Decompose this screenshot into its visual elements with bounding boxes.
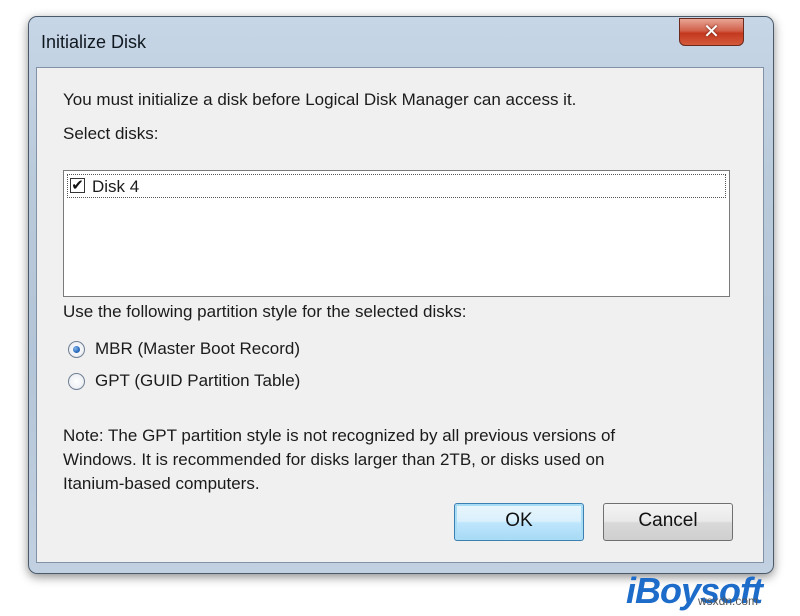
site-watermark: wsxdn.com: [698, 594, 759, 608]
init-message: You must initialize a disk before Logica…: [63, 90, 577, 109]
radio-selected-dot-icon: [73, 346, 80, 353]
dialog-title: Initialize Disk: [41, 32, 147, 52]
disk-list[interactable]: ✔ Disk 4: [63, 170, 730, 297]
mbr-option-label[interactable]: MBR (Master Boot Record): [95, 339, 300, 359]
title-bar[interactable]: Initialize Disk ✕: [29, 17, 773, 65]
checkmark-icon: ✔: [71, 177, 84, 194]
close-icon: ✕: [703, 21, 720, 43]
note-line-2: Windows. It is recommended for disks lar…: [63, 450, 605, 469]
dialog-body: You must initialize a disk before Logica…: [36, 67, 764, 563]
cancel-button[interactable]: Cancel: [603, 503, 733, 541]
ok-button[interactable]: OK: [454, 503, 584, 541]
select-disks-label: Select disks:: [63, 124, 159, 143]
gpt-option-label[interactable]: GPT (GUID Partition Table): [95, 371, 300, 391]
gpt-radio[interactable]: [68, 373, 85, 390]
initialize-disk-dialog: Initialize Disk ✕ You must initialize a …: [28, 16, 774, 574]
partition-style-label: Use the following partition style for th…: [63, 302, 467, 321]
close-button[interactable]: ✕: [679, 18, 744, 46]
disk-list-item[interactable]: ✔ Disk 4: [67, 174, 726, 198]
screenshot-stage: Initialize Disk ✕ You must initialize a …: [0, 0, 800, 616]
mbr-radio[interactable]: [68, 341, 85, 358]
disk-checkbox[interactable]: ✔: [70, 178, 85, 193]
note-line-1: Note: The GPT partition style is not rec…: [63, 426, 616, 445]
note-line-3: Itanium-based computers.: [63, 474, 260, 493]
disk-item-label: Disk 4: [92, 177, 140, 196]
